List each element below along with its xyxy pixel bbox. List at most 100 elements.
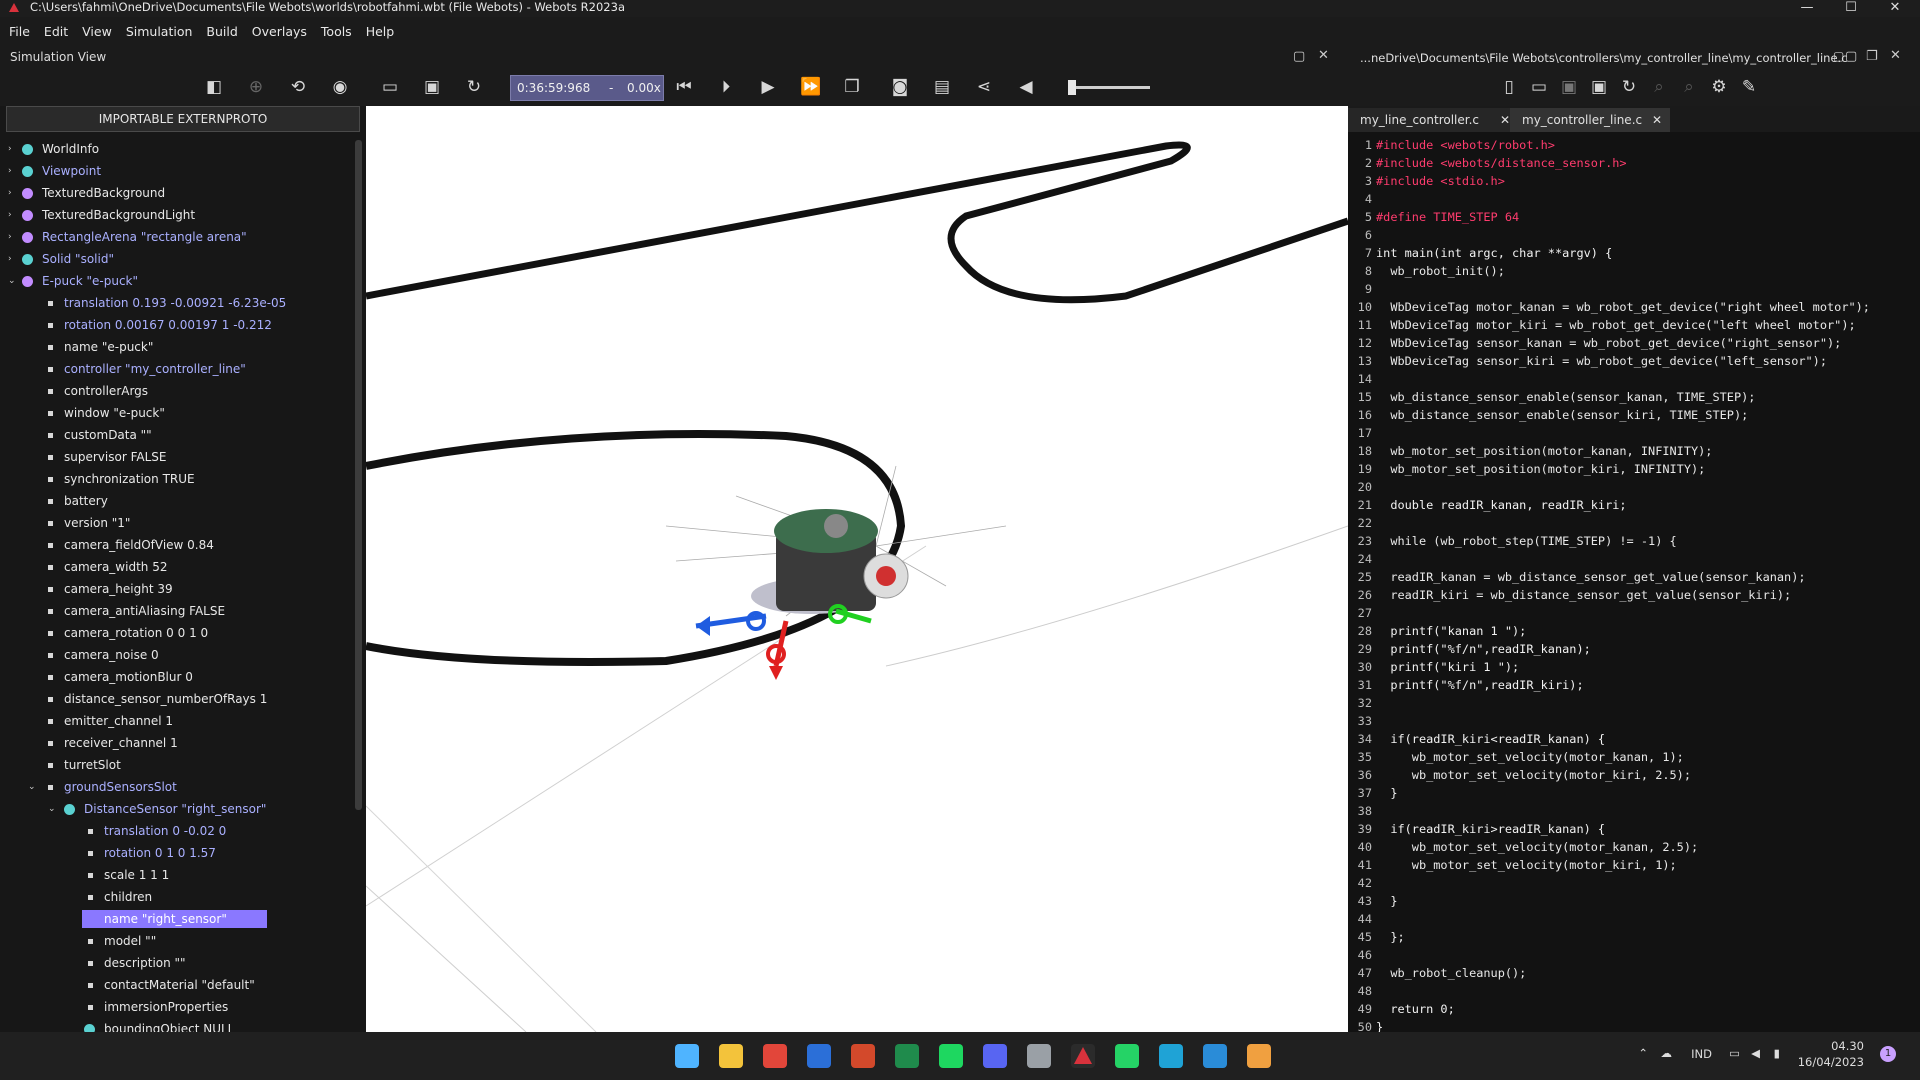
powerpoint-icon[interactable] <box>851 1044 875 1068</box>
git-icon[interactable] <box>1247 1044 1271 1068</box>
editor-close-icon[interactable]: ✕ <box>1890 48 1901 63</box>
discord-icon[interactable] <box>983 1044 1007 1068</box>
scene-tree-item[interactable]: immersionProperties <box>0 998 350 1016</box>
reload-world-icon[interactable]: ↻ <box>464 77 484 97</box>
share-icon[interactable]: ⋖ <box>974 77 994 97</box>
scene-tree-item[interactable]: controllerArgs <box>0 382 350 400</box>
clock-date[interactable]: 16/04/2023 <box>1784 1055 1864 1069</box>
scene-tree-item[interactable]: supervisor FALSE <box>0 448 350 466</box>
collapse-arrow-icon[interactable]: ⌄ <box>8 272 18 290</box>
menu-edit[interactable]: Edit <box>37 21 75 43</box>
scene-tree-item[interactable]: › TexturedBackground <box>0 184 350 202</box>
scene-tree-item[interactable]: children <box>0 888 350 906</box>
eye-icon[interactable]: ◉ <box>330 77 350 97</box>
volume-slider-knob[interactable] <box>1068 80 1076 95</box>
expand-arrow-icon[interactable]: › <box>8 206 18 224</box>
scene-tree-item[interactable]: battery <box>0 492 350 510</box>
scene-tree-item[interactable]: rotation 0.00167 0.00197 1 -0.212 <box>0 316 350 334</box>
vscode-icon[interactable] <box>1203 1044 1227 1068</box>
close-window-button[interactable]: ✕ <box>1878 0 1912 17</box>
whatsapp-icon[interactable] <box>1115 1044 1139 1068</box>
render-toggle-icon[interactable]: ❐ <box>842 77 862 97</box>
replace-icon[interactable]: ⌕ <box>1679 77 1699 97</box>
scene-tree-item[interactable]: version "1" <box>0 514 350 532</box>
menu-tools[interactable]: Tools <box>314 21 359 43</box>
scene-tree-item[interactable]: contactMaterial "default" <box>0 976 350 994</box>
scene-tree-item[interactable]: emitter_channel 1 <box>0 712 350 730</box>
close-panel-icon[interactable]: ✕ <box>1318 48 1329 63</box>
step-icon[interactable]: ⏵ <box>716 77 736 97</box>
scene-tree-item[interactable]: ⌄ E-puck "e-puck" <box>0 272 350 290</box>
menu-overlays[interactable]: Overlays <box>245 21 314 43</box>
save-all-icon[interactable]: ▣ <box>1589 77 1609 97</box>
spotify-icon[interactable] <box>939 1044 963 1068</box>
expand-arrow-icon[interactable]: › <box>8 250 18 268</box>
scene-tree-item[interactable]: rotation 0 1 0 1.57 <box>0 844 350 862</box>
code-editor[interactable]: 1 #include <webots/robot.h> 2 #include <web… <box>1348 132 1920 1032</box>
scene-tree-item[interactable]: camera_width 52 <box>0 558 350 576</box>
tray-chevron-icon[interactable]: ⌃ <box>1638 1046 1648 1060</box>
save-world-icon[interactable]: ▣ <box>422 77 442 97</box>
menu-simulation[interactable]: Simulation <box>119 21 200 43</box>
new-file-icon[interactable]: ▯ <box>1499 77 1519 97</box>
onedrive-icon[interactable]: ☁ <box>1661 1046 1673 1060</box>
undock-icon[interactable]: ▢ <box>1293 49 1305 64</box>
scene-tree-item[interactable]: name "right_sensor" <box>0 910 350 928</box>
battery-icon[interactable]: ▮ <box>1774 1046 1780 1060</box>
chrome-icon[interactable] <box>763 1044 787 1068</box>
scene-tree-item[interactable]: window "e-puck" <box>0 404 350 422</box>
windows-start-icon[interactable] <box>675 1044 699 1068</box>
clock-time[interactable]: 04.30 <box>1784 1039 1864 1053</box>
save-file-icon[interactable]: ▣ <box>1559 77 1579 97</box>
scene-tree-scrollbar[interactable] <box>355 140 362 810</box>
scene-tree-item[interactable]: › RectangleArena "rectangle arena" <box>0 228 350 246</box>
scene-tree-item[interactable]: model "" <box>0 932 350 950</box>
scene-tree-item[interactable]: translation 0.193 -0.00921 -6.23e-05 <box>0 294 350 312</box>
scene-tree-item[interactable]: distance_sensor_numberOfRays 1 <box>0 690 350 708</box>
menu-view[interactable]: View <box>75 21 119 43</box>
scene-tree-item[interactable]: › Viewpoint <box>0 162 350 180</box>
add-node-icon[interactable]: ⊕ <box>246 77 266 97</box>
volume-icon[interactable]: ◀ <box>1016 77 1036 97</box>
scene-tree-item[interactable]: camera_height 39 <box>0 580 350 598</box>
menu-file[interactable]: File <box>0 21 37 43</box>
scene-tree-item[interactable]: synchronization TRUE <box>0 470 350 488</box>
find-icon[interactable]: ⌕ <box>1649 77 1669 97</box>
scene-tree-item[interactable]: description "" <box>0 954 350 972</box>
file-explorer-icon[interactable] <box>719 1044 743 1068</box>
expand-arrow-icon[interactable]: › <box>8 228 18 246</box>
maximize-button[interactable]: ☐ <box>1834 0 1868 17</box>
scene-tree-item[interactable]: ⌄ groundSensorsSlot <box>0 778 350 796</box>
language-indicator[interactable]: IND <box>1691 1047 1712 1061</box>
view-rotate-icon[interactable]: ⟲ <box>288 77 308 97</box>
expand-arrow-icon[interactable]: › <box>8 184 18 202</box>
tab-close-icon[interactable]: ✕ <box>1500 108 1510 132</box>
3d-viewport[interactable] <box>366 106 1348 1032</box>
editor-float-icon[interactable]: ❐ <box>1866 49 1878 64</box>
volume-slider[interactable] <box>1070 86 1150 89</box>
scene-tree-item[interactable]: camera_antiAliasing FALSE <box>0 602 350 620</box>
scene-tree-item[interactable]: › Solid "solid" <box>0 250 350 268</box>
notifications-icon[interactable]: ▭ <box>1729 1046 1740 1060</box>
scene-tree-item[interactable]: ⌄ DistanceSensor "right_sensor" <box>0 800 350 818</box>
build-icon[interactable]: ✎ <box>1739 77 1759 97</box>
open-file-icon[interactable]: ▭ <box>1529 77 1549 97</box>
collapse-arrow-icon[interactable]: ⌄ <box>48 800 58 818</box>
excel-icon[interactable] <box>895 1044 919 1068</box>
volume-tray-icon[interactable]: ◀ <box>1751 1046 1760 1060</box>
screenshot-icon[interactable]: ◙ <box>890 77 910 97</box>
scene-tree-item[interactable]: translation 0 -0.02 0 <box>0 822 350 840</box>
scene-tree-item[interactable]: scale 1 1 1 <box>0 866 350 884</box>
notification-badge[interactable]: 1 <box>1880 1046 1896 1062</box>
scene-tree-item[interactable]: name "e-puck" <box>0 338 350 356</box>
importable-externproto-button[interactable]: IMPORTABLE EXTERNPROTO <box>6 106 360 132</box>
scene-tree-item[interactable]: camera_noise 0 <box>0 646 350 664</box>
fast-forward-icon[interactable]: ⏩ <box>800 77 821 97</box>
open-world-icon[interactable]: ▭ <box>380 77 400 97</box>
scene-tree-item[interactable]: › TexturedBackgroundLight <box>0 206 350 224</box>
minimize-button[interactable]: — <box>1790 0 1824 17</box>
scene-tree-item[interactable]: › WorldInfo <box>0 140 350 158</box>
scene-tree-item[interactable]: controller "my_controller_line" <box>0 360 350 378</box>
scene-tree-item[interactable]: camera_fieldOfView 0.84 <box>0 536 350 554</box>
scene-tree-item[interactable]: customData "" <box>0 426 350 444</box>
